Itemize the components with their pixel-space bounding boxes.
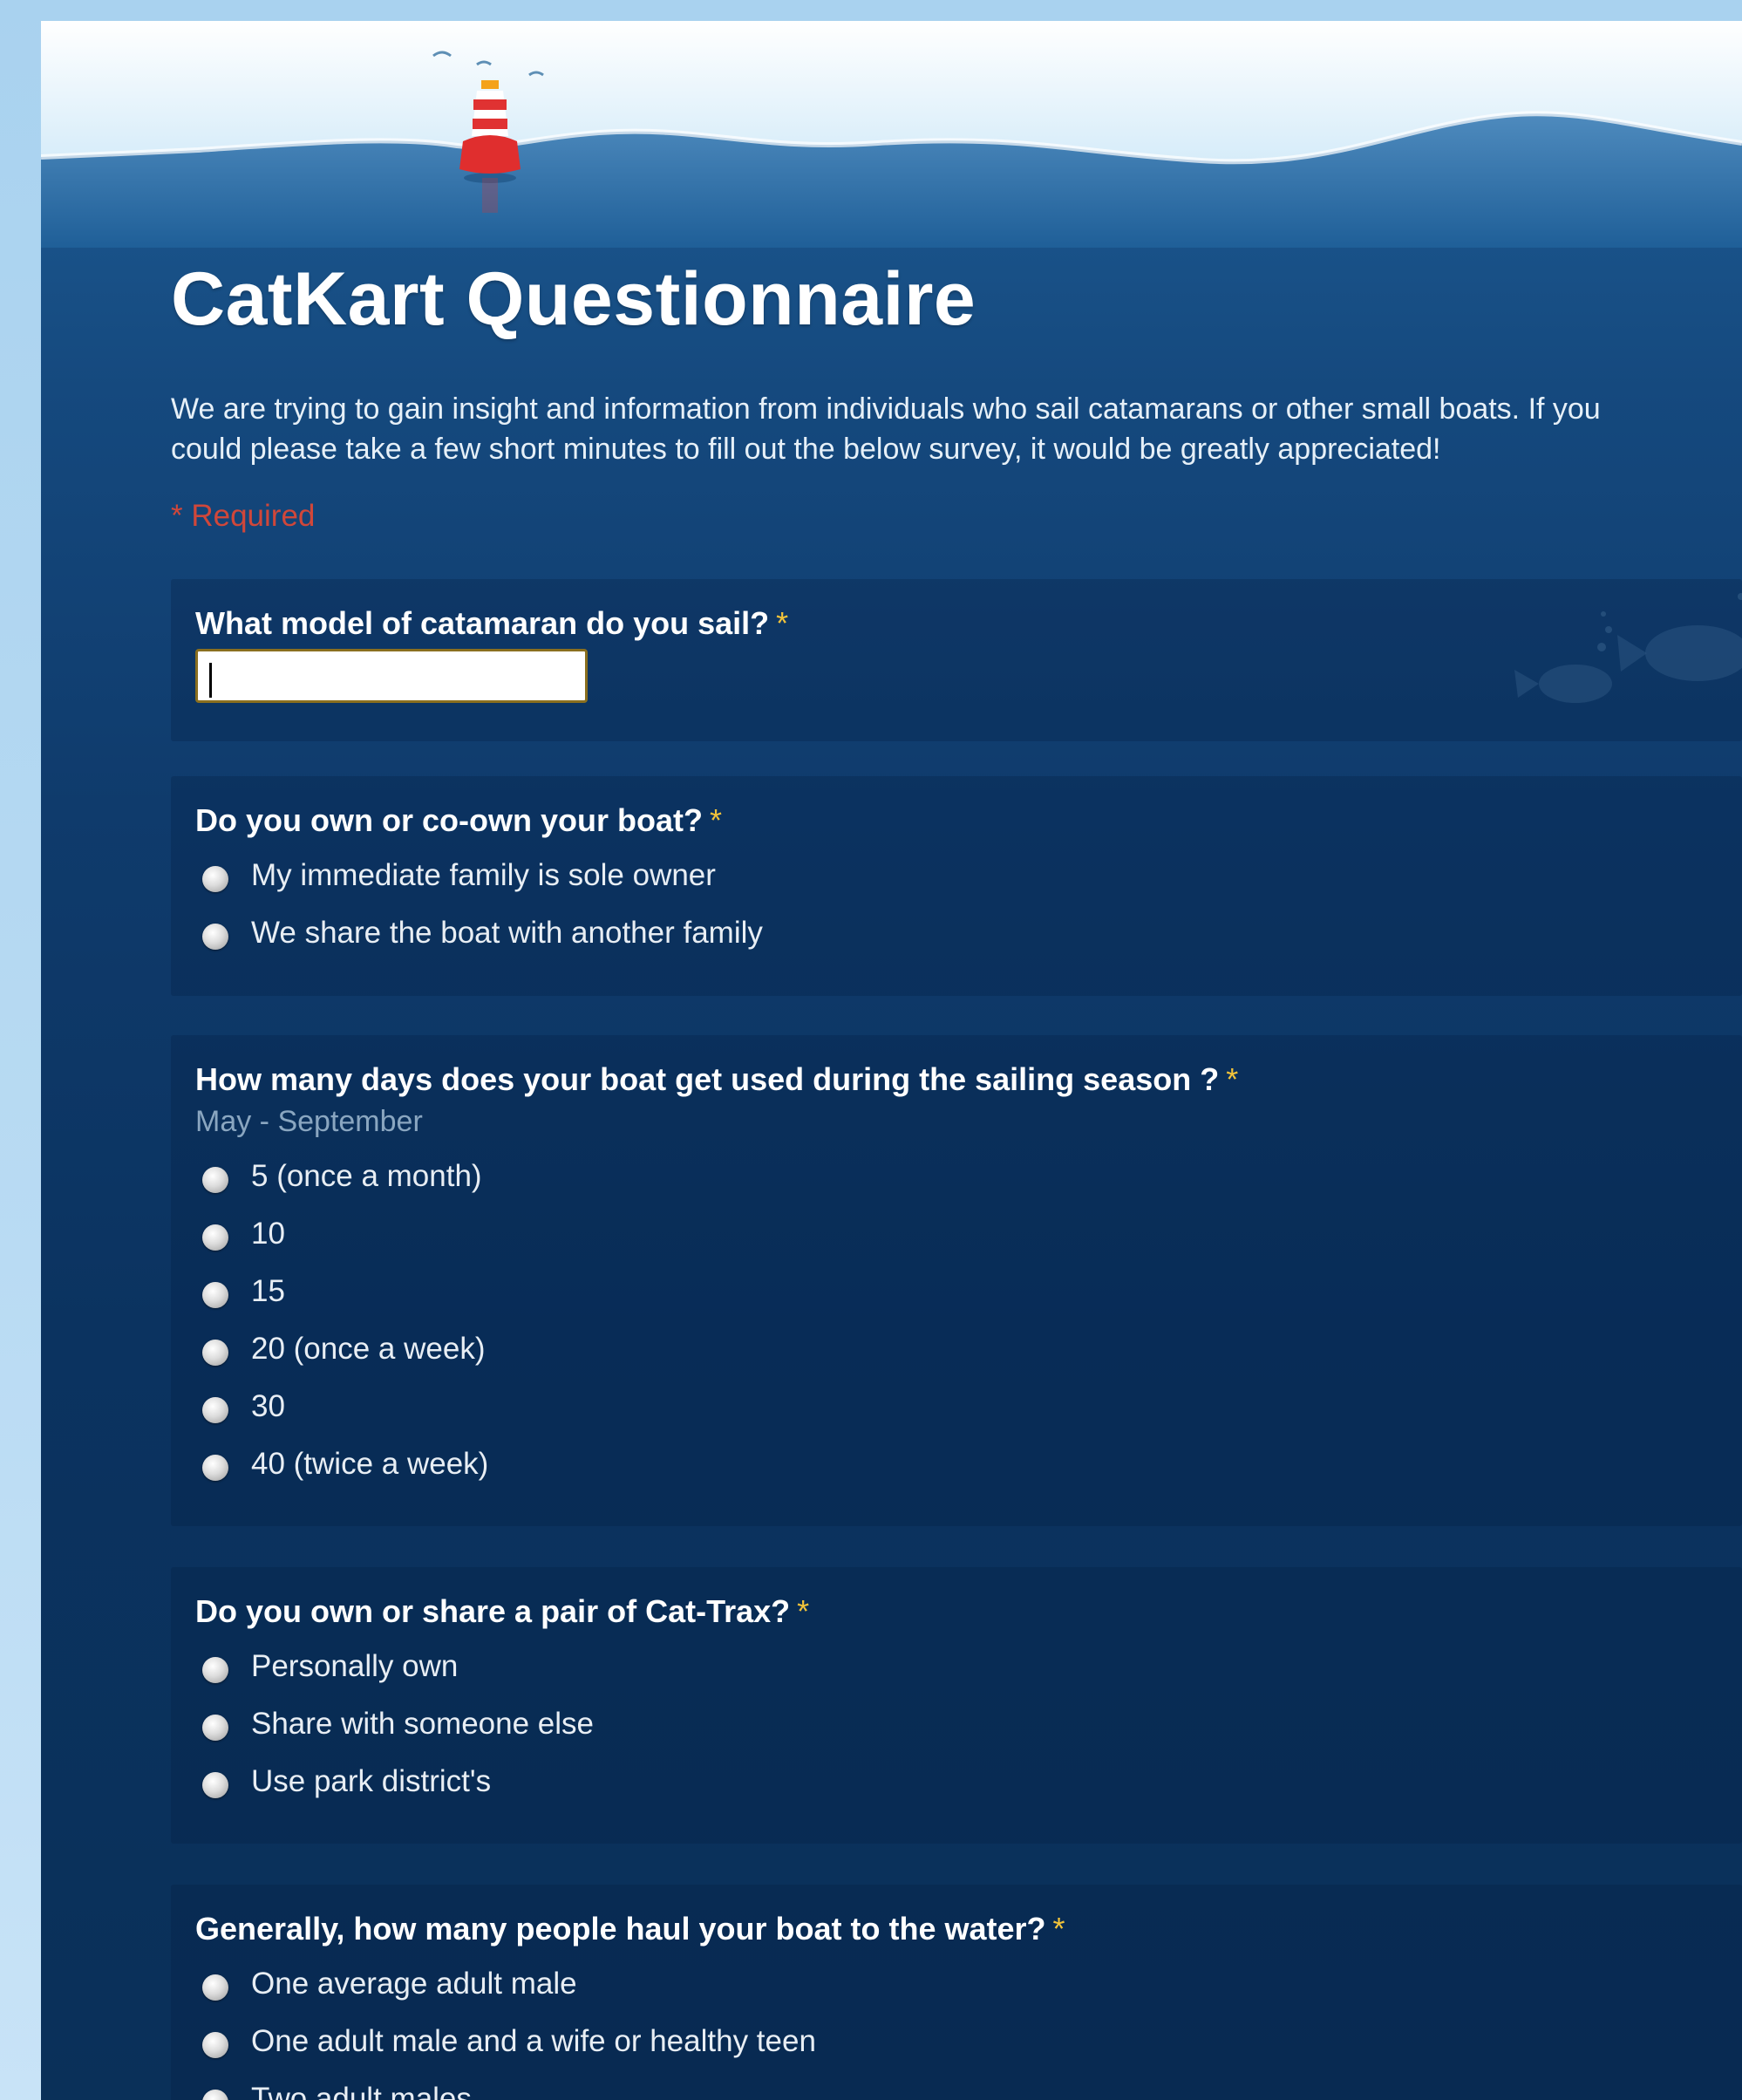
question-title: What model of catamaran do you sail? * <box>195 605 789 641</box>
radio-button[interactable] <box>202 1715 228 1741</box>
option-label: 5 (once a month) <box>251 1159 482 1193</box>
form-description-line: could please take a few short minutes to… <box>171 433 1441 466</box>
option-label: 10 <box>251 1217 285 1251</box>
form-title: CatKart Questionnaire <box>171 257 976 341</box>
required-star: * <box>776 605 789 641</box>
form-description-line: We are trying to gain insight and inform… <box>171 392 1601 426</box>
radio-button[interactable] <box>202 1224 228 1251</box>
radio-option[interactable]: 40 (twice a week) <box>202 1445 488 1483</box>
question-days-used: How many days does your boat get used du… <box>171 1035 1742 1526</box>
radio-option[interactable]: 20 (once a week) <box>202 1330 485 1368</box>
radio-option[interactable]: 10 <box>202 1215 285 1253</box>
option-label: 40 (twice a week) <box>251 1447 489 1481</box>
radio-option[interactable]: One adult male and a wife or healthy tee… <box>202 2022 816 2061</box>
radio-option[interactable]: Use park district's <box>202 1762 491 1801</box>
question-help-text: May - September <box>195 1105 423 1138</box>
text-caret <box>209 663 212 698</box>
question-catamaran-model: What model of catamaran do you sail? * <box>171 579 1742 741</box>
radio-button[interactable] <box>202 1772 228 1798</box>
radio-button[interactable] <box>202 1657 228 1683</box>
radio-button[interactable] <box>202 1340 228 1366</box>
option-label: 20 (once a week) <box>251 1332 486 1366</box>
radio-option[interactable]: Share with someone else <box>202 1705 594 1743</box>
option-label: Personally own <box>251 1649 459 1683</box>
question-title: How many days does your boat get used du… <box>195 1061 1239 1097</box>
radio-option[interactable]: Personally own <box>202 1647 458 1686</box>
option-label: One average adult male <box>251 1967 577 2001</box>
form-description: We are trying to gain insight and inform… <box>171 389 1742 469</box>
catamaran-model-input[interactable] <box>195 649 588 703</box>
radio-option[interactable]: My immediate family is sole owner <box>202 856 716 895</box>
sky-wave-header <box>41 21 1742 248</box>
radio-button[interactable] <box>202 1397 228 1423</box>
required-star: * <box>1226 1061 1239 1097</box>
radio-button[interactable] <box>202 2090 228 2100</box>
required-star: * <box>1052 1911 1065 1947</box>
question-cat-trax: Do you own or share a pair of Cat-Trax? *… <box>171 1567 1742 1844</box>
option-label: Share with someone else <box>251 1707 594 1741</box>
radio-option[interactable]: 30 <box>202 1388 285 1426</box>
question-haul-people: Generally, how many people haul your boa… <box>171 1885 1742 2100</box>
radio-option[interactable]: Two adult males <box>202 2080 472 2100</box>
radio-option[interactable]: We share the boat with another family <box>202 914 763 952</box>
radio-button[interactable] <box>202 1974 228 2001</box>
buoy-icon <box>459 80 521 213</box>
required-note: * Required <box>171 499 316 533</box>
radio-button[interactable] <box>202 1282 228 1308</box>
required-star: * <box>797 1593 810 1629</box>
option-label: My immediate family is sole owner <box>251 858 716 892</box>
form-background: CatKart Questionnaire We are trying to g… <box>41 21 1742 2100</box>
required-star: * <box>709 802 722 838</box>
radio-button[interactable] <box>202 2032 228 2058</box>
option-label: One adult male and a wife or healthy tee… <box>251 2024 816 2058</box>
option-label: Two adult males <box>251 2082 472 2100</box>
question-title: Do you own or co-own your boat? * <box>195 802 722 838</box>
radio-button[interactable] <box>202 1167 228 1193</box>
radio-option[interactable]: 15 <box>202 1272 285 1311</box>
option-label: We share the boat with another family <box>251 916 763 950</box>
question-title: Generally, how many people haul your boa… <box>195 1911 1065 1947</box>
radio-button[interactable] <box>202 1455 228 1481</box>
question-title: Do you own or share a pair of Cat-Trax? * <box>195 1593 810 1629</box>
radio-option[interactable]: One average adult male <box>202 1965 577 2003</box>
question-boat-ownership: Do you own or co-own your boat? * My imme… <box>171 776 1742 996</box>
option-label: Use park district's <box>251 1764 492 1798</box>
option-label: 30 <box>251 1389 285 1423</box>
radio-option[interactable]: 5 (once a month) <box>202 1157 482 1196</box>
radio-button[interactable] <box>202 866 228 892</box>
option-label: 15 <box>251 1274 285 1308</box>
radio-button[interactable] <box>202 924 228 950</box>
